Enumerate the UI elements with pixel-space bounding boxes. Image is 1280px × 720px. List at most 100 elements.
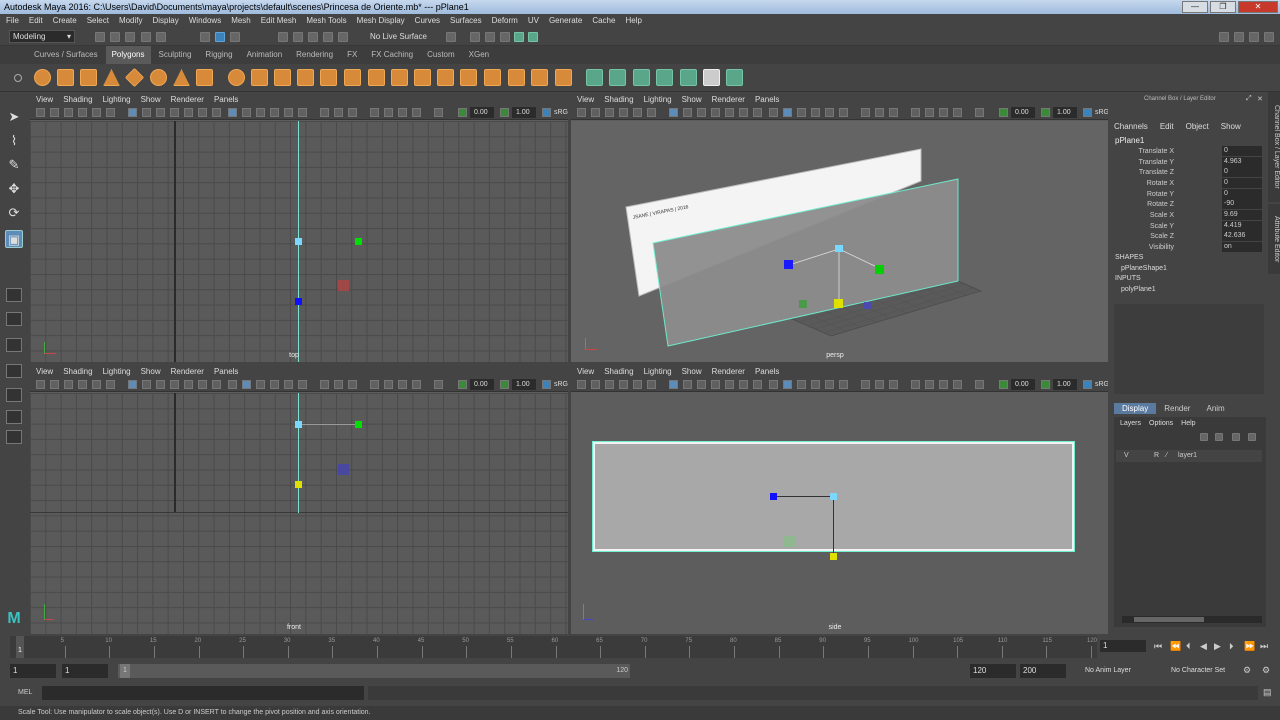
field-chart-icon[interactable] [725, 108, 734, 117]
tab-xgen[interactable]: XGen [463, 46, 495, 64]
multi-cut-icon[interactable] [508, 69, 525, 86]
command-language-label[interactable]: MEL [18, 687, 32, 699]
layer-row[interactable]: V R ⁄ layer1 [1116, 450, 1262, 462]
channel-box-side-tab[interactable]: Channel Box / Layer Editor [1268, 92, 1280, 202]
resolution-gate-icon[interactable] [697, 108, 706, 117]
gate-mask-icon[interactable] [711, 380, 720, 389]
menu-uv[interactable]: UV [528, 14, 539, 28]
bookmark-icon[interactable] [605, 380, 614, 389]
auto-key-icon[interactable]: ⚙ [1243, 665, 1251, 676]
automatic-mapping-icon[interactable] [656, 69, 673, 86]
separate-icon[interactable] [251, 69, 268, 86]
grid-toggle-icon[interactable] [128, 380, 137, 389]
persp-plane-handle-xz[interactable] [799, 300, 807, 308]
play-backward-icon[interactable]: ◀ [1200, 641, 1207, 652]
select-object-icon[interactable] [215, 32, 225, 42]
shadows-icon[interactable] [298, 108, 307, 117]
safe-action-icon[interactable] [198, 108, 207, 117]
extrude-icon[interactable] [391, 69, 408, 86]
close-button[interactable]: ✕ [1238, 1, 1278, 13]
time-slider[interactable]: 1 5 10 15 20 25 30 35 40 45 50 55 60 65 70 75 80 85 90 95 1… [0, 634, 1280, 660]
field-chart-icon[interactable] [184, 108, 193, 117]
step-back-key-icon[interactable]: ⏪ [1170, 641, 1181, 652]
layer-scrollbar[interactable] [1122, 616, 1262, 623]
channel-box-toggle-icon[interactable] [1264, 32, 1274, 42]
snap-view-plane-icon[interactable] [323, 32, 333, 42]
menu-mesh-tools[interactable]: Mesh Tools [306, 14, 346, 28]
range-slider-end[interactable]: 120 [616, 664, 628, 678]
isolate-select-icon[interactable] [911, 380, 920, 389]
anim-layer-menu[interactable]: No Anim Layer [1085, 664, 1131, 678]
history-icon[interactable] [446, 32, 456, 42]
panel-menu-lighting[interactable]: Lighting [103, 366, 131, 378]
exposure-field[interactable]: 0.00 [470, 379, 494, 390]
grease-pencil-icon[interactable] [647, 108, 656, 117]
scale-tool-icon[interactable]: ▣ [5, 230, 23, 248]
undo-icon[interactable] [141, 32, 151, 42]
screen-space-ao-icon[interactable] [861, 380, 870, 389]
safe-title-icon[interactable] [753, 108, 762, 117]
move-layer-up-icon[interactable] [1200, 433, 1208, 441]
attr-value[interactable]: 4.963 [1222, 157, 1262, 167]
layer-name[interactable]: layer1 [1178, 450, 1197, 462]
attr-value[interactable]: on [1222, 242, 1262, 252]
scale-plane-handle[interactable] [784, 536, 795, 547]
four-pane-layout-icon[interactable] [6, 312, 22, 326]
film-gate-icon[interactable] [683, 380, 692, 389]
xray-components-icon[interactable] [953, 380, 962, 389]
spherical-mapping-icon[interactable] [633, 69, 650, 86]
exposure-field[interactable]: 0.00 [1011, 107, 1035, 118]
select-component-icon[interactable] [230, 32, 240, 42]
attr-translate-x[interactable]: Translate X 0 [1110, 146, 1270, 157]
scale-y-handle[interactable] [295, 481, 302, 488]
render-settings-icon[interactable] [500, 32, 510, 42]
panel-menu-lighting[interactable]: Lighting [644, 366, 672, 378]
camera-select-icon[interactable] [577, 380, 586, 389]
wireframe-on-shaded-icon[interactable] [797, 108, 806, 117]
resolution-gate-icon[interactable] [697, 380, 706, 389]
two-d-pan-icon[interactable] [92, 380, 101, 389]
xray-components-icon[interactable] [412, 108, 421, 117]
tab-polygons[interactable]: Polygons [105, 46, 151, 64]
field-chart-icon[interactable] [184, 380, 193, 389]
scale-z-handle[interactable] [295, 298, 302, 305]
layer-render-toggle[interactable]: R [1154, 450, 1159, 462]
tab-anim-layers[interactable]: Anim [1198, 403, 1232, 414]
tab-fx[interactable]: FX [341, 46, 363, 64]
menu-surfaces[interactable]: Surfaces [450, 14, 482, 28]
panel-menu-renderer[interactable]: Renderer [171, 94, 204, 106]
isolate-select-icon[interactable] [911, 108, 920, 117]
motion-blur-icon[interactable] [334, 108, 343, 117]
paint-select-icon[interactable]: ✎ [5, 156, 23, 174]
camera-attributes-icon[interactable] [50, 108, 59, 117]
menu-mesh-display[interactable]: Mesh Display [357, 14, 405, 28]
panel-menu-show[interactable]: Show [682, 94, 702, 106]
wireframe-icon[interactable] [769, 380, 778, 389]
attr-visibility[interactable]: Visibility on [1110, 242, 1270, 253]
menu-select[interactable]: Select [87, 14, 109, 28]
workspace-menu[interactable]: Modeling ▾ [9, 30, 75, 43]
play-forward-icon[interactable]: ▶ [1214, 641, 1221, 652]
edit-menu[interactable]: Edit [1160, 122, 1174, 131]
hypershade-icon[interactable] [514, 32, 524, 42]
gamma-field[interactable]: 1.00 [512, 379, 536, 390]
anti-aliasing-icon[interactable] [348, 108, 357, 117]
panel-menu-view[interactable]: View [577, 94, 594, 106]
tab-sculpting[interactable]: Sculpting [153, 46, 198, 64]
scale-plane-handle[interactable] [338, 464, 349, 475]
camera-select-icon[interactable] [36, 380, 45, 389]
bevel-icon[interactable] [437, 69, 454, 86]
lasso-tool-icon[interactable]: ⌇ [5, 132, 23, 150]
character-set-menu[interactable]: No Character Set [1171, 664, 1225, 678]
playback-start-field[interactable]: 1 [62, 664, 108, 678]
tab-rigging[interactable]: Rigging [199, 46, 238, 64]
combine-icon[interactable] [228, 69, 245, 86]
exposure-icon[interactable] [999, 380, 1008, 389]
smooth-shade-icon[interactable] [783, 108, 792, 117]
attr-value[interactable]: 0 [1222, 189, 1262, 199]
poly-pyramid-icon[interactable] [173, 69, 190, 86]
move-tool-icon[interactable]: ✥ [5, 180, 23, 198]
wireframe-icon[interactable] [228, 380, 237, 389]
anti-aliasing-icon[interactable] [889, 380, 898, 389]
attr-scale-z[interactable]: Scale Z 42.636 [1110, 231, 1270, 242]
